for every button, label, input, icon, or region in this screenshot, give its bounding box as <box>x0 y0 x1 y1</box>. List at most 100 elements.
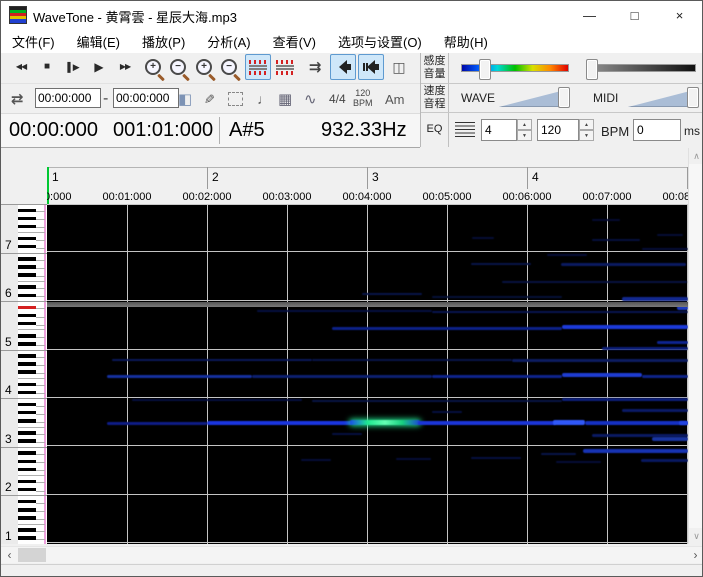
rewind-button[interactable]: ◀◀ <box>8 54 34 80</box>
horizontal-scroll-thumb[interactable] <box>18 548 46 562</box>
score-book-button[interactable]: ◫ <box>386 54 412 80</box>
beats-spin-up[interactable]: ▲ <box>517 119 532 130</box>
black-key[interactable] <box>18 245 36 249</box>
black-key[interactable] <box>18 468 36 472</box>
black-key[interactable] <box>18 528 36 532</box>
timeline-ruler[interactable]: 123400:00:00000:01:00000:02:00000:03:000… <box>47 148 688 204</box>
black-key[interactable] <box>18 516 36 520</box>
meter-button[interactable]: 4/4 <box>329 84 346 114</box>
black-key[interactable] <box>18 354 36 358</box>
black-key[interactable] <box>18 225 36 229</box>
menu-item-2[interactable]: 播放(P) <box>131 32 196 51</box>
black-key[interactable] <box>18 285 36 289</box>
beats-spin-down[interactable]: ▼ <box>517 130 532 141</box>
zoom-in-horizontal-button[interactable]: + <box>140 54 166 80</box>
stop-button[interactable]: ■ <box>34 54 60 80</box>
sensitivity-slider-thumb[interactable] <box>479 59 491 80</box>
scroll-up-button[interactable]: ∧ <box>689 148 703 164</box>
horizontal-scrollbar[interactable]: ‹ › <box>1 546 703 563</box>
follow-arrows-button[interactable]: ⇉ <box>302 54 328 80</box>
black-key[interactable] <box>18 322 36 326</box>
menu-item-3[interactable]: 分析(A) <box>196 32 261 51</box>
black-key[interactable] <box>18 257 36 261</box>
black-key[interactable] <box>18 237 36 241</box>
black-key[interactable] <box>18 403 36 407</box>
minimize-button[interactable]: — <box>567 1 612 29</box>
play-pause-button[interactable]: ▌▶ <box>60 54 86 80</box>
loop-end-input[interactable] <box>113 88 179 108</box>
black-key[interactable] <box>18 536 36 540</box>
black-key[interactable] <box>18 273 36 277</box>
black-key[interactable] <box>18 383 36 387</box>
octave-label-6: 6 <box>5 286 12 300</box>
black-key[interactable] <box>18 342 36 346</box>
black-key[interactable] <box>18 294 36 298</box>
maximize-button[interactable]: □ <box>612 1 657 29</box>
pencil-button[interactable]: ✎ <box>193 94 223 105</box>
beats-per-measure-input[interactable] <box>481 119 517 141</box>
scroll-down-button[interactable]: ∨ <box>689 528 703 544</box>
staff-icon[interactable] <box>455 122 475 137</box>
spectrogram[interactable] <box>47 204 688 544</box>
tempo-input[interactable] <box>537 119 579 141</box>
menu-item-0[interactable]: 文件(F) <box>1 32 66 51</box>
wave-volume-wedge[interactable] <box>499 90 565 107</box>
selection-button[interactable] <box>228 84 243 114</box>
zoom-out-horizontal-button[interactable]: − <box>165 54 191 80</box>
black-key[interactable] <box>18 480 36 484</box>
sensitivity-slider-track[interactable] <box>461 64 569 72</box>
zoom-in-vertical-button[interactable]: + <box>191 54 217 80</box>
offset-ms-input[interactable] <box>633 119 681 141</box>
note-list-button[interactable]: ▦ <box>278 84 292 114</box>
note-button[interactable]: ♩ <box>257 84 271 114</box>
waveform-button[interactable]: ∿ <box>304 84 317 114</box>
black-key[interactable] <box>18 451 36 455</box>
wave-sound-button[interactable] <box>330 54 356 80</box>
menu-item-4[interactable]: 查看(V) <box>262 32 327 51</box>
black-key[interactable] <box>18 508 36 512</box>
key-button[interactable]: Am <box>385 84 405 114</box>
volume-display-slider-thumb[interactable] <box>586 59 598 80</box>
black-key[interactable] <box>18 439 36 443</box>
black-key[interactable] <box>18 391 36 395</box>
black-key[interactable] <box>18 217 36 221</box>
black-key[interactable] <box>18 265 36 269</box>
tempo-spin-down[interactable]: ▼ <box>579 130 594 141</box>
scroll-left-button[interactable]: ‹ <box>1 547 18 563</box>
black-key[interactable] <box>18 500 36 504</box>
scroll-right-button[interactable]: › <box>687 547 703 563</box>
loop-button[interactable]: ⇄ <box>11 84 24 114</box>
black-key[interactable] <box>18 334 36 338</box>
black-key[interactable] <box>18 362 36 366</box>
zoom-out-vertical-button[interactable]: − <box>216 54 242 80</box>
split-view-button[interactable]: ◧ <box>178 84 192 114</box>
fast-forward-button[interactable]: ▶▶ <box>112 54 138 80</box>
tempo-spin-up[interactable]: ▲ <box>579 119 594 130</box>
note-marks-off-button[interactable] <box>272 54 298 80</box>
close-button[interactable]: × <box>657 1 702 29</box>
black-key[interactable] <box>18 431 36 435</box>
menu-item-1[interactable]: 编辑(E) <box>66 32 131 51</box>
note-marks-on-button[interactable] <box>245 54 271 80</box>
tempo-button[interactable]: 120 BPM <box>353 84 373 114</box>
black-key[interactable] <box>18 370 36 374</box>
loop-start-input[interactable] <box>35 88 101 108</box>
black-key[interactable] <box>18 411 36 415</box>
black-key[interactable] <box>18 314 36 318</box>
volume-display-slider-track[interactable] <box>588 64 696 72</box>
vertical-scrollbar[interactable]: ∧ ∨ <box>688 148 703 544</box>
piano-keyboard[interactable]: 7654321 <box>1 204 47 544</box>
midi-volume-thumb[interactable] <box>687 87 699 108</box>
black-key[interactable] <box>18 460 36 464</box>
highlighted-key-A#5[interactable] <box>18 306 36 310</box>
black-key[interactable] <box>18 419 36 423</box>
black-key[interactable] <box>18 209 36 213</box>
spectral-streak <box>107 422 207 425</box>
midi-volume-wedge[interactable] <box>628 90 694 107</box>
menu-item-6[interactable]: 帮助(H) <box>433 32 499 51</box>
wave-volume-thumb[interactable] <box>558 87 570 108</box>
menu-item-5[interactable]: 选项与设置(O) <box>327 32 433 51</box>
black-key[interactable] <box>18 488 36 492</box>
midi-sound-button[interactable] <box>358 54 384 80</box>
play-button[interactable]: ▶ <box>86 54 112 80</box>
